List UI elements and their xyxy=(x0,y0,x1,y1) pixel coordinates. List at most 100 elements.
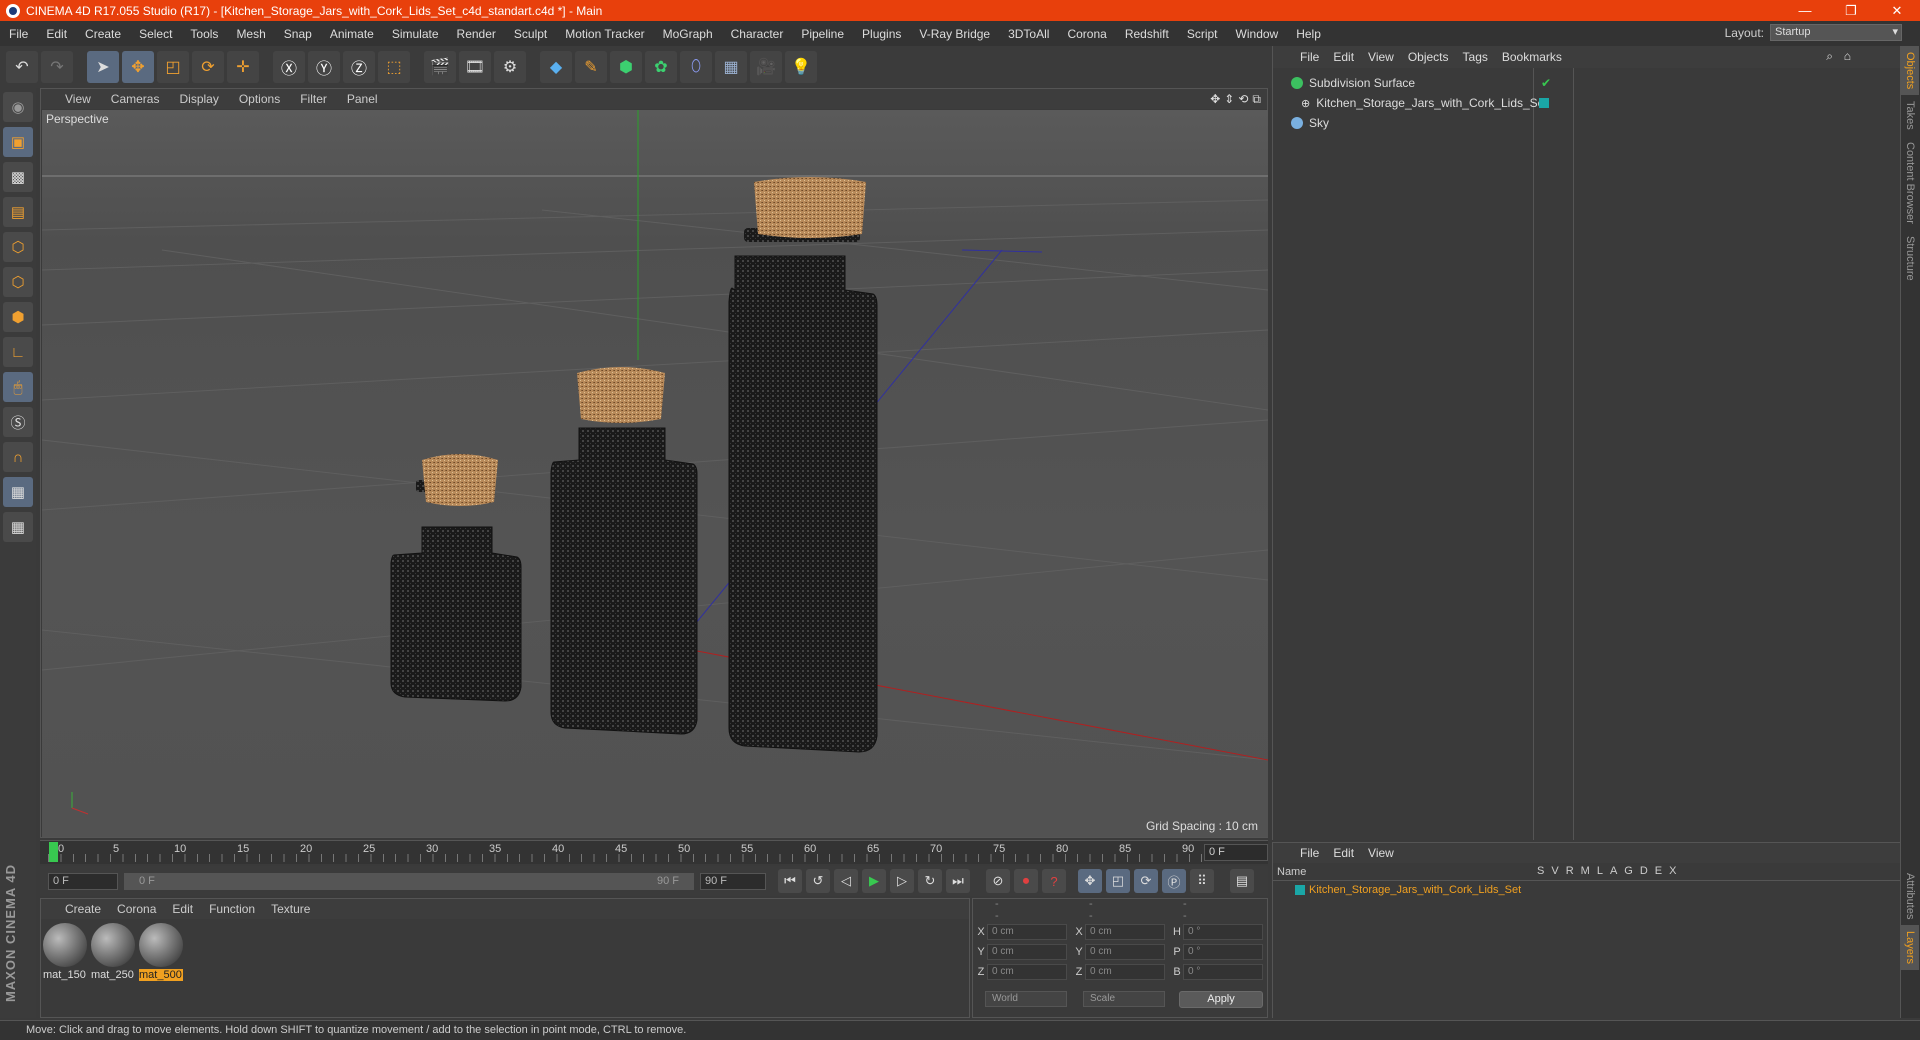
layers-menu-file[interactable]: File xyxy=(1293,846,1326,860)
start-frame-field[interactable]: 0 F xyxy=(48,872,118,890)
menu-character[interactable]: Character xyxy=(722,27,793,41)
menu-script[interactable]: Script xyxy=(1178,27,1227,41)
keyframe-mode-icon[interactable]: ⊘ xyxy=(986,869,1010,893)
objects-menu-tags[interactable]: Tags xyxy=(1456,50,1495,64)
menu-help[interactable]: Help xyxy=(1287,27,1330,41)
rotate-view-icon[interactable]: ⟲ xyxy=(1238,92,1248,107)
previous-frame-icon[interactable]: ◁ xyxy=(834,869,858,893)
3d-viewport[interactable]: Perspective Grid Spacing : 10 cm xyxy=(42,110,1268,837)
material-menu-corona[interactable]: Corona xyxy=(109,902,164,916)
coord-mode-dropdown[interactable]: World xyxy=(985,991,1067,1007)
layer-col-locked[interactable]: L xyxy=(1597,865,1603,877)
redo-icon[interactable]: ↷ xyxy=(41,51,73,83)
magnet-icon[interactable]: ∩ xyxy=(3,442,33,472)
size-x-field[interactable]: 0 cm xyxy=(1085,924,1165,940)
visible-check-icon[interactable]: ✔ xyxy=(1541,76,1551,90)
next-frame-icon[interactable]: ▷ xyxy=(890,869,914,893)
menu-snap[interactable]: Snap xyxy=(275,27,321,41)
layer-col-generators[interactable]: G xyxy=(1624,865,1633,877)
maximize-view-icon[interactable]: ⧉ xyxy=(1252,92,1261,107)
viewport-menu-display[interactable]: Display xyxy=(169,92,228,106)
material-item-selected[interactable]: mat_500 xyxy=(139,923,183,987)
menu-plugins[interactable]: Plugins xyxy=(853,27,910,41)
menu-file[interactable]: File xyxy=(0,27,37,41)
viewport-menu-panel[interactable]: Panel xyxy=(337,92,388,106)
range-slider[interactable]: 0 F 90 F xyxy=(124,872,694,890)
workplane-icon[interactable]: ▤ xyxy=(3,197,33,227)
size-z-field[interactable]: 0 cm xyxy=(1085,964,1165,980)
rotation-b-field[interactable]: 0 ° xyxy=(1183,964,1263,980)
menu-window[interactable]: Window xyxy=(1227,27,1288,41)
coord-scale-dropdown[interactable]: Scale xyxy=(1083,991,1165,1007)
layer-col-expressions[interactable]: E xyxy=(1655,865,1662,877)
tab-takes[interactable]: Takes xyxy=(1901,95,1919,136)
size-y-field[interactable]: 0 cm xyxy=(1085,944,1165,960)
key-parameter-icon[interactable]: Ⓟ xyxy=(1162,869,1186,893)
layer-col-render[interactable]: R xyxy=(1566,865,1574,877)
layer-col-solo[interactable]: S xyxy=(1537,865,1544,877)
render-picture-viewer-icon[interactable]: 🎞 xyxy=(459,51,491,83)
move-icon[interactable]: ✥ xyxy=(122,51,154,83)
zoom-view-icon[interactable]: ⇕ xyxy=(1224,92,1234,107)
subdivision-surface-icon[interactable]: ⬢ xyxy=(610,51,642,83)
rotation-p-field[interactable]: 0 ° xyxy=(1183,944,1263,960)
object-row[interactable]: ⊕ Kitchen_Storage_Jars_with_Cork_Lids_Se… xyxy=(1273,94,1901,112)
layer-col-animation[interactable]: A xyxy=(1610,865,1617,877)
key-position-icon[interactable]: ✥ xyxy=(1078,869,1102,893)
object-row[interactable]: Sky xyxy=(1273,114,1901,132)
cube-object-icon[interactable]: ◆ xyxy=(540,51,572,83)
axis-mode-icon[interactable]: ∟ xyxy=(3,337,33,367)
home-icon[interactable]: ⌂ xyxy=(1837,49,1858,63)
record-icon[interactable]: ⏺ xyxy=(1014,869,1038,893)
tab-objects[interactable]: Objects xyxy=(1901,46,1919,96)
cloner-icon[interactable]: ✿ xyxy=(645,51,677,83)
polygons-mode-icon[interactable]: ⬢ xyxy=(3,302,33,332)
menu-simulate[interactable]: Simulate xyxy=(383,27,448,41)
menu-mesh[interactable]: Mesh xyxy=(227,27,274,41)
auto-key-icon[interactable]: ? xyxy=(1042,869,1066,893)
objects-menu-file[interactable]: File xyxy=(1293,50,1326,64)
lock-workplane-icon[interactable]: ▦ xyxy=(3,477,33,507)
viewport-menu-filter[interactable]: Filter xyxy=(290,92,337,106)
position-y-field[interactable]: 0 cm xyxy=(987,944,1067,960)
z-axis-icon[interactable]: Ⓩ xyxy=(343,51,375,83)
key-point-level-icon[interactable]: ⠿ xyxy=(1190,869,1214,893)
light-icon[interactable]: 💡 xyxy=(785,51,817,83)
layers-menu-view[interactable]: View xyxy=(1361,846,1401,860)
pan-view-icon[interactable]: ✥ xyxy=(1210,92,1220,107)
texture-mode-icon[interactable]: ▩ xyxy=(3,162,33,192)
edges-mode-icon[interactable]: ⬡ xyxy=(3,267,33,297)
objects-menu-edit[interactable]: Edit xyxy=(1326,50,1361,64)
coordinate-system-icon[interactable]: ⬚ xyxy=(378,51,410,83)
next-key-icon[interactable]: ↻ xyxy=(918,869,942,893)
go-to-end-icon[interactable]: ⏭ xyxy=(946,869,970,893)
end-frame-field[interactable]: 90 F xyxy=(700,872,766,890)
menu-3dtoall[interactable]: 3DToAll xyxy=(999,27,1058,41)
render-view-icon[interactable]: 🎬 xyxy=(424,51,456,83)
floor-icon[interactable]: ▦ xyxy=(715,51,747,83)
material-item[interactable]: mat_150 xyxy=(43,923,87,987)
menu-redshift[interactable]: Redshift xyxy=(1116,27,1178,41)
material-item[interactable]: mat_250 xyxy=(91,923,135,987)
pen-spline-icon[interactable]: ✎ xyxy=(575,51,607,83)
layer-col-view[interactable]: V xyxy=(1551,865,1558,877)
menu-create[interactable]: Create xyxy=(76,27,130,41)
apply-button[interactable]: Apply xyxy=(1179,991,1263,1008)
viewport-menu-options[interactable]: Options xyxy=(229,92,290,106)
transform-icon[interactable]: ✛ xyxy=(227,51,259,83)
tab-structure[interactable]: Structure xyxy=(1901,230,1919,287)
tab-content-browser[interactable]: Content Browser xyxy=(1901,136,1919,230)
layer-row[interactable]: Kitchen_Storage_Jars_with_Cork_Lids_Set xyxy=(1273,881,1900,899)
timeline-ruler[interactable]: 0 5 10 15 20 25 30 35 40 45 50 55 60 65 … xyxy=(40,840,1268,864)
timeline-window-icon[interactable]: ▤ xyxy=(1230,869,1254,893)
tab-layers[interactable]: Layers xyxy=(1901,925,1919,971)
viewport-menu-view[interactable]: View xyxy=(55,92,101,106)
material-menu-function[interactable]: Function xyxy=(201,902,263,916)
layer-col-manager[interactable]: M xyxy=(1581,865,1590,877)
deformer-icon[interactable]: ⬯ xyxy=(680,51,712,83)
menu-sculpt[interactable]: Sculpt xyxy=(505,27,556,41)
menu-edit[interactable]: Edit xyxy=(37,27,76,41)
menu-pipeline[interactable]: Pipeline xyxy=(792,27,853,41)
menu-select[interactable]: Select xyxy=(130,27,181,41)
x-axis-icon[interactable]: Ⓧ xyxy=(273,51,305,83)
